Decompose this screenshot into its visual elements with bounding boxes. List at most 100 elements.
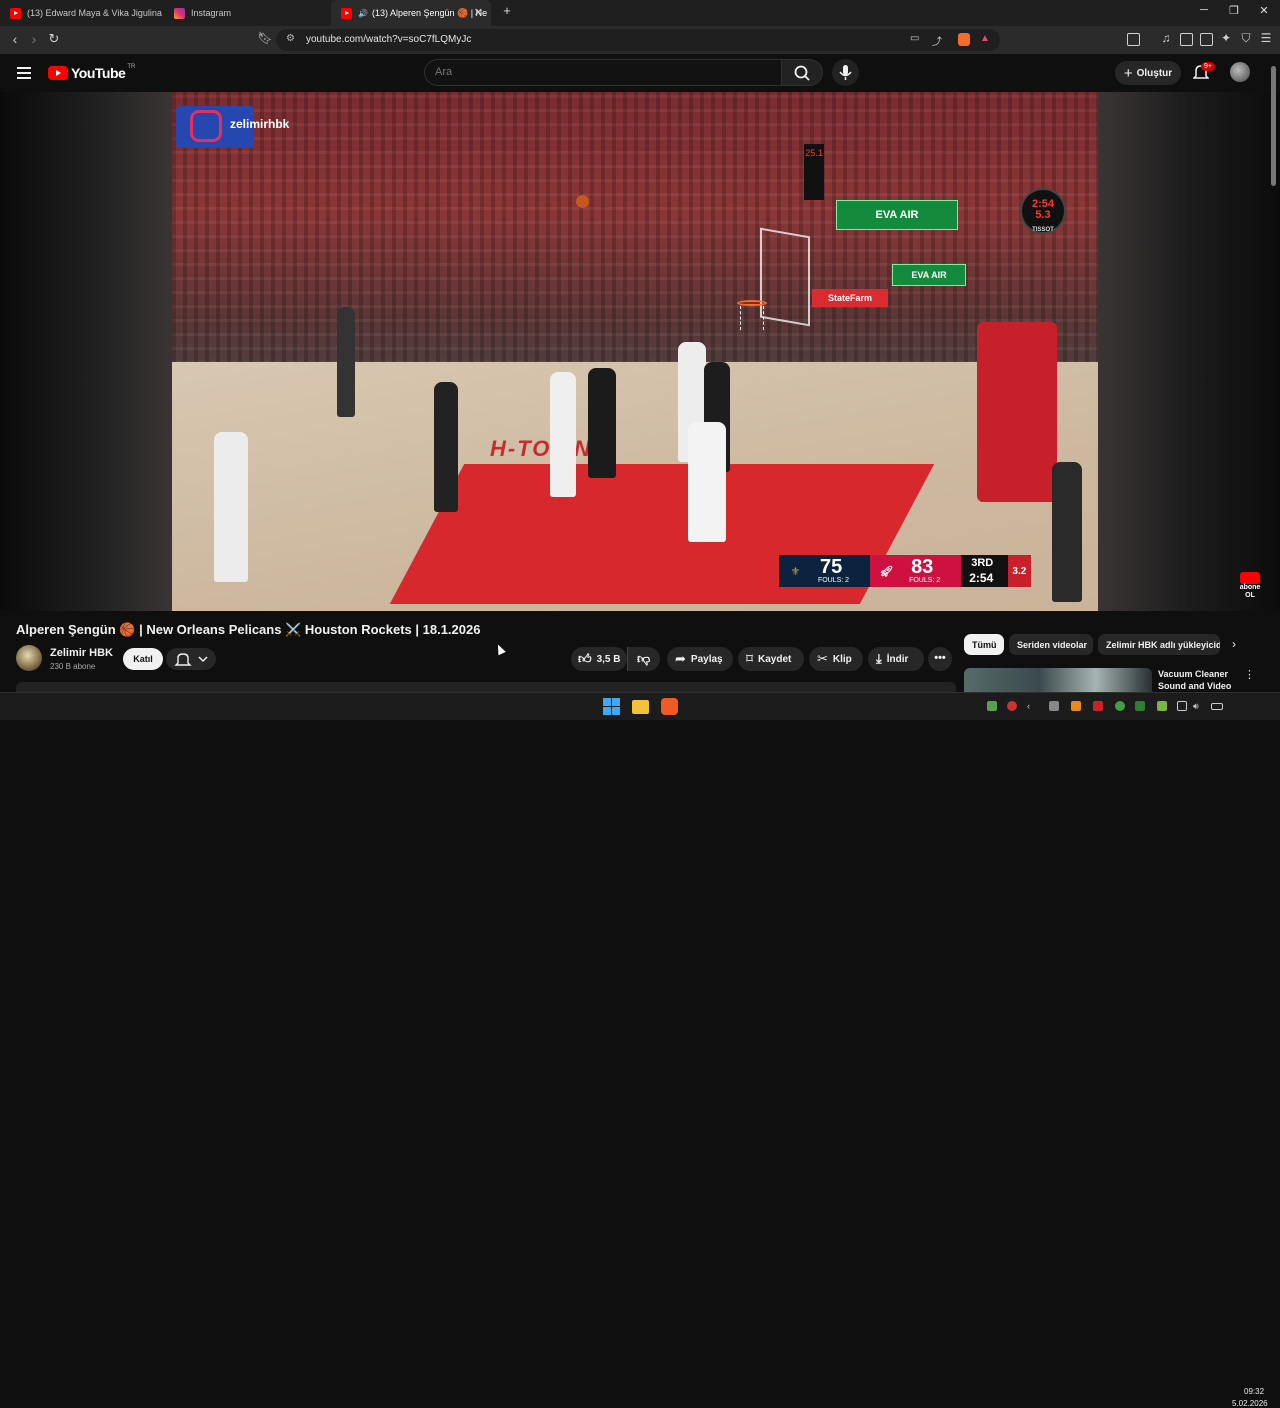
share-page-icon[interactable]: ⤴ [932,33,942,48]
volume-icon[interactable]: 🔊︎ [1193,701,1203,711]
share-button[interactable]: ➦ Paylaş [667,647,733,671]
share-label: Paylaş [690,653,723,665]
game-clock: 2:54 [969,571,994,585]
tab-instagram[interactable]: Instagram [164,0,330,26]
create-label: Oluştur [1136,67,1173,79]
vpn-shield-icon[interactable]: ⛉ [1237,31,1255,46]
player-rockets [550,372,576,497]
youtube-icon [341,7,352,19]
chip-all[interactable]: Tümü [964,634,1004,655]
share-icon: ➦ [675,651,686,666]
forward-icon[interactable]: › [25,31,43,47]
wallet-icon[interactable] [1200,33,1213,46]
recommendation-menu-icon[interactable]: ⋮ [1244,668,1255,681]
clip-label: Klip [832,653,852,665]
dislike-button[interactable]: 👎︎ [627,647,660,671]
chip-series[interactable]: Seriden videolar [1009,634,1093,655]
battery-icon[interactable] [1211,703,1223,710]
search-button[interactable] [781,59,823,86]
referee [1052,462,1082,602]
notification-badge: 9+ [1201,62,1215,71]
brave-rewards-icon[interactable]: ▲ [980,33,990,44]
close-window-icon[interactable]: ✕ [1254,4,1274,17]
cast-icon[interactable]: ▭ [910,33,919,44]
basketball [576,195,589,208]
page-scrollbar[interactable] [1271,66,1276,186]
join-button[interactable]: Katıl [123,648,163,670]
bell-icon [174,653,208,666]
youtube-logo[interactable]: YouTube TR [48,64,135,81]
search-input[interactable] [435,66,765,78]
mouse-cursor [494,642,506,656]
tray-app-icon[interactable] [1071,701,1081,711]
video-player[interactable]: H-TOWN EVA AIR EVA AIR StateFarm 25.1 2:… [172,92,1098,611]
recommendation-thumbnail[interactable] [964,668,1152,692]
chevron-right-icon[interactable]: › [1232,637,1236,651]
clock-date[interactable]: 5.02.2026 [1232,1399,1268,1408]
like-count: 3,5 B [596,653,621,665]
subscribe-watermark-badge[interactable]: abone OL [1236,572,1264,599]
account-avatar[interactable] [1230,62,1250,82]
thumbs-up-icon: 👍︎ [578,651,592,666]
new-tab-button[interactable]: + [497,3,517,18]
sidebar-toggle-icon[interactable] [1180,33,1193,46]
quarter: 3RD [971,557,994,569]
create-button[interactable]: + Oluştur [1115,61,1181,85]
url-text: youtube.com/watch?v=soC7fLQMyJc [306,34,472,45]
clip-button[interactable]: ✂ Klip [809,647,863,671]
search-box[interactable] [424,59,782,86]
clock-time[interactable]: 09:32 [1244,1387,1264,1396]
tab-close-icon[interactable]: ✕ [474,6,483,19]
music-icon[interactable]: ♫ [1157,31,1175,45]
save-button[interactable]: ⌑ Kaydet [738,647,804,671]
tissot-brand: TISSOT [1032,227,1054,233]
windows-start-icon[interactable] [603,698,620,715]
tab-alperen-sengun[interactable]: 🔊 (13) Alperen Şengün 🏀 | Ne ✕ [331,0,491,26]
youtube-header: YouTube TR + Oluştur 9+ [0,54,1280,92]
recommendation-title[interactable]: Vacuum Cleaner Sound and Video [1158,668,1240,692]
tray-app-icon[interactable] [1135,701,1145,711]
tray-app-icon[interactable] [987,701,997,711]
speaker-icon: 🔊 [358,8,368,18]
back-icon[interactable]: ‹ [6,31,24,47]
file-explorer-icon[interactable] [632,700,649,714]
player-pelicans [434,382,458,512]
tray-app-icon[interactable] [1007,701,1017,711]
reading-list-icon[interactable] [1127,33,1140,46]
channel-avatar[interactable] [16,645,42,671]
court-logo: H-TOWN [490,436,593,461]
voice-search-button[interactable] [832,59,859,86]
tab-edward-maya[interactable]: (13) Edward Maya & Vika Jigulina - S [0,0,164,26]
chip-uploader[interactable]: Zelimir HBK adlı yükleyicid [1098,634,1220,655]
browser-menu-icon[interactable]: ☰ [1257,31,1275,45]
like-button[interactable]: 👍︎ 3,5 B [571,647,627,671]
description-box[interactable] [16,682,956,692]
hamburger-menu-icon[interactable] [17,67,31,79]
network-icon[interactable] [1177,701,1187,711]
reload-icon[interactable]: ↻ [45,31,63,47]
brave-shields-icon[interactable] [958,33,970,46]
arena-ad-board-top: EVA AIR [836,200,958,230]
leo-ai-icon[interactable]: ✦ [1217,31,1235,45]
tray-app-icon[interactable] [1093,701,1103,711]
subscription-bell-button[interactable] [166,648,216,670]
bookmark-icon[interactable]: 🔖︎ [256,31,274,45]
arena-shot-clock-shot: 5.3 [1035,209,1051,221]
tray-app-icon[interactable] [1115,701,1125,711]
address-bar[interactable]: ⚙ youtube.com/watch?v=soC7fLQMyJc ▭ ⤴ ▲ [276,29,1000,51]
more-actions-button[interactable]: ••• [928,647,952,671]
site-info-icon[interactable]: ⚙ [286,33,295,44]
minimize-icon[interactable]: ─ [1194,4,1214,16]
restore-icon[interactable]: ❐ [1224,4,1244,17]
brave-browser-icon[interactable] [661,698,678,715]
channel-name[interactable]: Zelimir HBK [50,647,113,659]
thumbs-down-icon: 👎︎ [637,651,651,666]
watermark-handle: zelimirhbk [230,117,290,131]
player-rockets-28 [688,422,726,542]
download-button[interactable]: ⤓ İndir [868,647,924,671]
tray-app-icon[interactable] [1157,701,1167,711]
tray-overflow-icon[interactable]: ‹ [1027,701,1037,711]
player-pelicans [588,368,616,478]
tray-app-icon[interactable] [1049,701,1059,711]
statefarm-ad: StateFarm [812,289,888,307]
